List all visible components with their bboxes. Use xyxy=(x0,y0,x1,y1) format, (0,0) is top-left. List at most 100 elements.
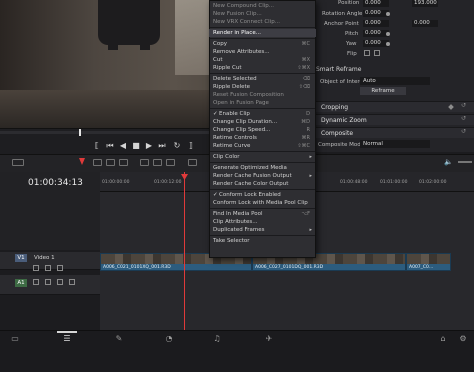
context-menu-item[interactable]: Render Cache Color Output xyxy=(209,180,316,188)
context-menu-item[interactable]: Generate Optimized Media xyxy=(209,164,316,172)
dynamic-trim-icon[interactable] xyxy=(106,159,115,166)
context-menu-item[interactable]: Ripple Cut ⇧⌘X xyxy=(209,64,316,72)
anchor-x-field[interactable]: 0.000 xyxy=(363,20,389,27)
context-menu-item[interactable]: Duplicated Frames ▸ xyxy=(209,226,316,234)
fairlight-page-icon[interactable]: ♫ xyxy=(210,334,224,344)
context-menu-item[interactable]: Cut ⌘X xyxy=(209,56,316,64)
position-x-field[interactable]: 0.000 xyxy=(363,0,389,7)
context-menu-item-label: Take Selector xyxy=(213,238,250,244)
play-reverse-icon[interactable]: ◀ xyxy=(118,141,128,150)
zoom-slider[interactable] xyxy=(458,161,472,163)
yaw-slider-handle[interactable] xyxy=(386,42,390,46)
object-of-interest-select[interactable]: Auto xyxy=(360,77,430,85)
context-menu-item[interactable]: Take Selector xyxy=(209,237,316,245)
play-icon[interactable]: ▶ xyxy=(144,141,154,150)
section-dynamic-zoom[interactable]: Dynamic Zoom xyxy=(316,114,474,125)
ruler-tick-label: 01:02:00:00 xyxy=(419,180,447,185)
auto-select-icon[interactable] xyxy=(45,279,51,285)
section-composite[interactable]: Composite xyxy=(316,127,474,138)
context-menu-item[interactable]: Reset Fusion Composition xyxy=(209,91,316,99)
context-menu-item-label: Find In Media Pool xyxy=(213,211,263,217)
edit-page-icon[interactable]: ☰ xyxy=(60,334,74,344)
context-menu-item[interactable]: Ripple Delete ⇧⌫ xyxy=(209,83,316,91)
timeline-view-options-icon[interactable] xyxy=(12,159,24,166)
menu-shortcut: ⌘X xyxy=(301,57,310,63)
context-menu-item[interactable]: Conform Lock with Media Pool Clip xyxy=(209,199,316,207)
playhead[interactable] xyxy=(184,172,185,330)
loop-end-icon[interactable]: ⟧ xyxy=(186,141,196,150)
snapping-icon[interactable] xyxy=(188,159,197,166)
fusion-page-icon[interactable]: ✎ xyxy=(112,334,126,344)
context-menu-item-label: Open in Fusion Page xyxy=(213,100,269,106)
deliver-page-icon[interactable]: ✈ xyxy=(262,334,276,344)
context-menu-item[interactable]: New Compound Clip... xyxy=(209,2,316,10)
menu-separator xyxy=(210,38,315,39)
replace-clip-icon[interactable] xyxy=(166,159,175,166)
context-menu-item[interactable]: Retime Curve ⇧⌘C xyxy=(209,142,316,150)
loop-start-icon[interactable]: ⟦ xyxy=(92,141,102,150)
context-menu-item-label: New VRX Connect Clip... xyxy=(213,19,280,25)
menu-shortcut: ⇧⌘C xyxy=(297,143,310,149)
context-menu-item[interactable]: Open in Fusion Page xyxy=(209,99,316,107)
mute-icon[interactable] xyxy=(69,279,75,285)
stop-icon[interactable]: ■ xyxy=(131,141,141,150)
lock-icon[interactable] xyxy=(33,265,39,271)
selection-tool-icon[interactable] xyxy=(79,158,85,165)
reset-icon[interactable]: ↺ xyxy=(461,128,466,135)
auto-select-icon[interactable] xyxy=(45,265,51,271)
context-menu-item[interactable]: Copy ⌘C xyxy=(209,40,316,48)
context-menu-item[interactable]: Find In Media Pool ⌥F xyxy=(209,210,316,218)
clip-name: A006_C021_0101XQ_001.R3D xyxy=(103,265,171,270)
pitch-slider-handle[interactable] xyxy=(386,32,390,36)
context-menu-item-label: Generate Optimized Media xyxy=(213,165,287,171)
media-page-icon[interactable]: ▭ xyxy=(8,334,22,344)
jump-start-icon[interactable]: ⏮ xyxy=(105,141,115,150)
reset-icon[interactable]: ↺ xyxy=(461,115,466,122)
viewer-figure-leg xyxy=(108,40,118,50)
context-menu-item[interactable]: ✓ Enable Clip D xyxy=(209,110,316,118)
context-menu-item[interactable]: Delete Selected ⌫ xyxy=(209,75,316,83)
context-menu-item[interactable]: Render in Place... xyxy=(209,29,316,37)
context-menu-item[interactable]: Retime Controls ⌘R xyxy=(209,134,316,142)
lock-icon[interactable] xyxy=(33,279,39,285)
settings-gear-icon[interactable]: ⚙ xyxy=(456,334,470,344)
position-y-field[interactable]: 193.000 xyxy=(412,0,438,7)
loop-icon[interactable]: ↻ xyxy=(172,141,182,150)
menu-shortcut: ⇧⌫ xyxy=(298,84,310,90)
context-menu-item[interactable]: Render Cache Fusion Output ▸ xyxy=(209,172,316,180)
composite-mode-select[interactable]: Normal xyxy=(360,140,430,148)
viewer-figure xyxy=(98,0,160,45)
blade-tool-icon[interactable] xyxy=(119,159,128,166)
reset-icon[interactable]: ↺ xyxy=(461,102,466,109)
context-menu-item[interactable]: Change Clip Speed... R xyxy=(209,126,316,134)
jump-end-icon[interactable]: ⏭ xyxy=(157,141,167,150)
flip-horizontal-icon[interactable] xyxy=(364,50,370,56)
context-menu-item[interactable]: Remove Attributes... xyxy=(209,48,316,56)
overwrite-clip-icon[interactable] xyxy=(153,159,162,166)
context-menu-item[interactable]: New VRX Connect Clip... xyxy=(209,18,316,26)
scrubber-head[interactable] xyxy=(79,129,81,136)
anchor-y-field[interactable]: 0.000 xyxy=(412,20,438,27)
context-menu-item[interactable]: Clip Color ▸ xyxy=(209,153,316,161)
disable-track-icon[interactable] xyxy=(57,265,63,271)
audio-volume-icon[interactable]: 🔈 xyxy=(444,158,453,166)
flip-vertical-icon[interactable] xyxy=(374,50,380,56)
color-page-icon[interactable]: ◔ xyxy=(162,334,176,344)
solo-icon[interactable] xyxy=(57,279,63,285)
insert-clip-icon[interactable] xyxy=(140,159,149,166)
reframe-button[interactable]: Reframe xyxy=(360,87,406,95)
context-menu-item[interactable]: Change Clip Duration... ⌘D xyxy=(209,118,316,126)
pitch-label: Pitch xyxy=(345,31,359,37)
context-menu-item[interactable]: New Fusion Clip... xyxy=(209,10,316,18)
submenu-arrow-icon: ▸ xyxy=(309,227,312,233)
context-menu-item-label: Ripple Cut xyxy=(213,65,242,71)
trim-tool-icon[interactable] xyxy=(93,159,102,166)
menu-separator xyxy=(210,162,315,163)
menu-separator xyxy=(210,73,315,74)
context-menu-item[interactable]: Clip Attributes... xyxy=(209,218,316,226)
context-menu-item[interactable]: ✓ Conform Lock Enabled xyxy=(209,191,316,199)
timeline-clip[interactable]: A007_C0... xyxy=(406,253,451,271)
menu-shortcut: R xyxy=(306,127,310,133)
home-icon[interactable]: ⌂ xyxy=(436,334,450,344)
rotation-slider-handle[interactable] xyxy=(386,12,390,16)
